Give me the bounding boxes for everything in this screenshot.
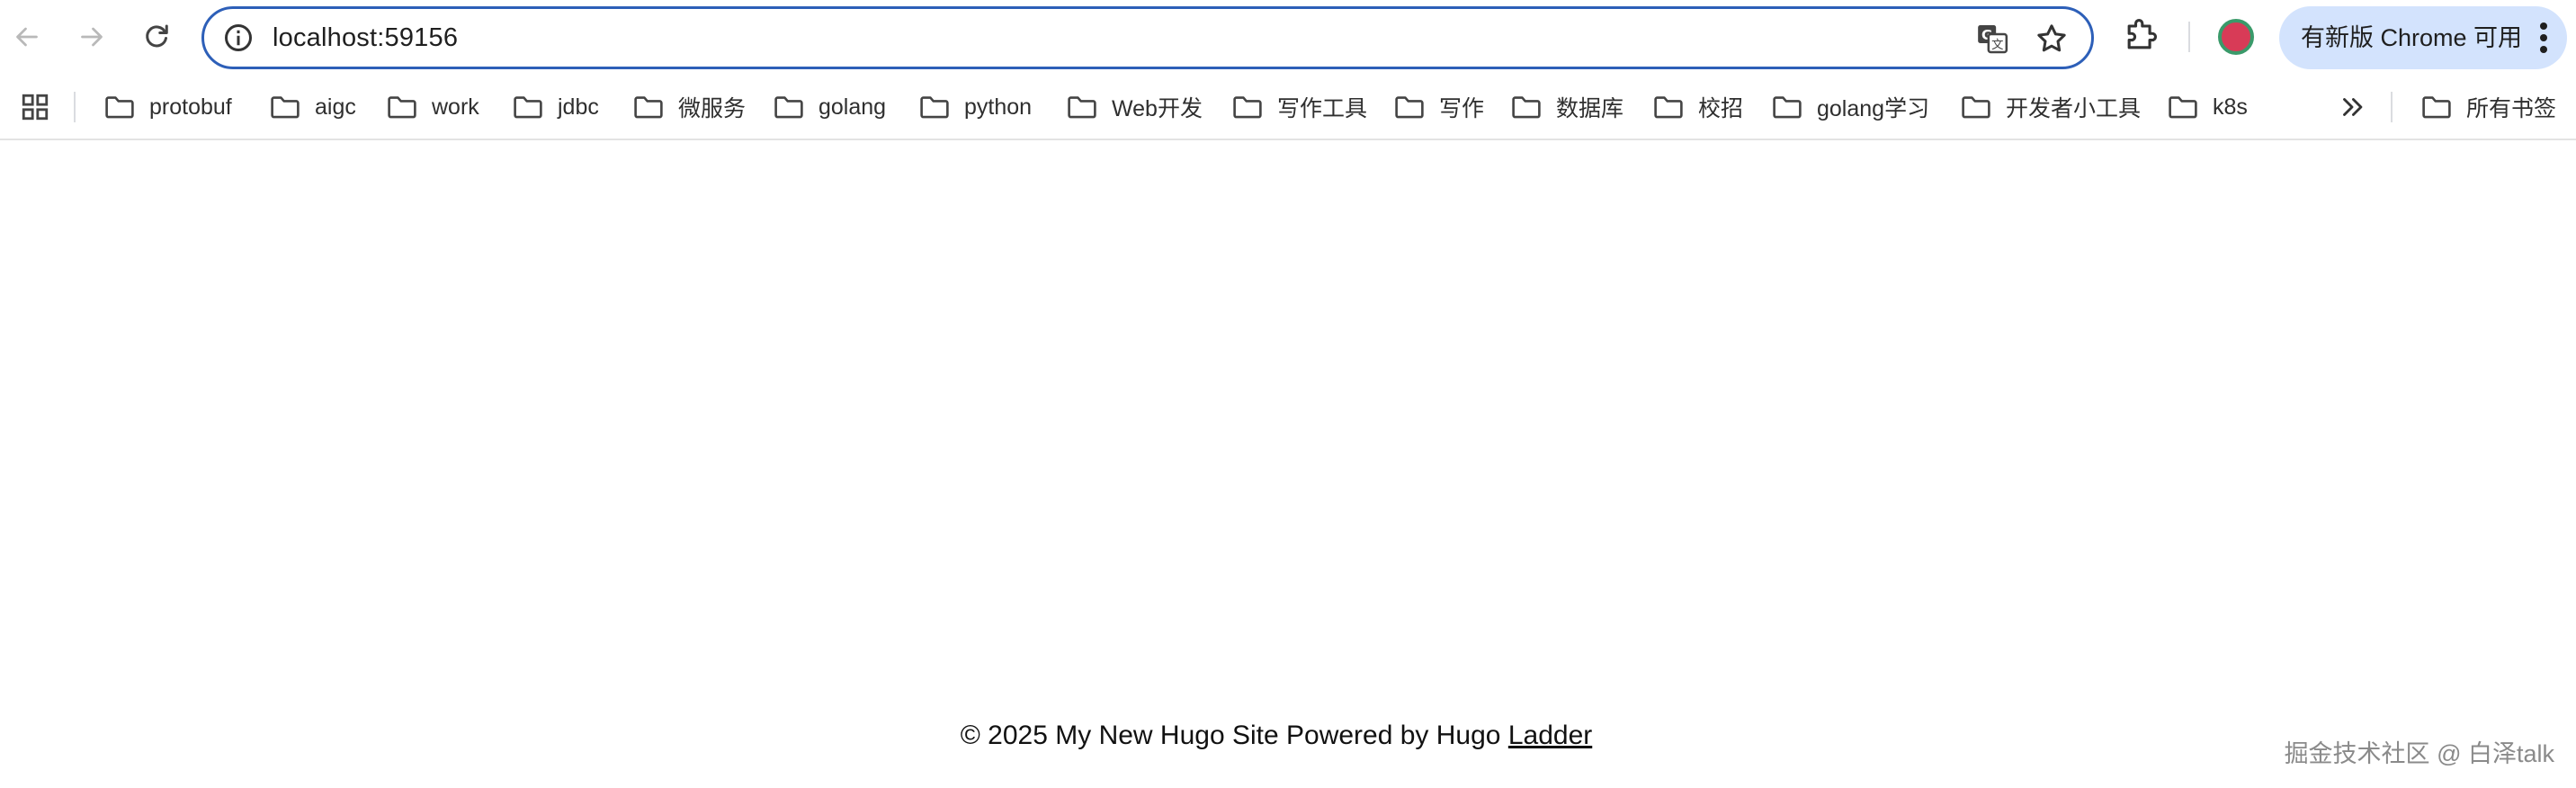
bookmark-folder[interactable]: 数据库 <box>1511 83 1623 131</box>
bookmark-folder-label: golang学习 <box>1817 96 1930 121</box>
footer-copyright: © 2025 My New Hugo Site Powered by Hugo <box>960 721 1501 750</box>
kebab-menu-icon[interactable] <box>2533 20 2554 56</box>
bookmark-folder-label: Web开发 <box>1112 96 1203 121</box>
bookmark-folder[interactable]: golang <box>774 83 886 131</box>
bookmark-folder[interactable]: python <box>919 83 1032 131</box>
bookmark-folder[interactable]: 微服务 <box>633 83 746 131</box>
svg-text:文: 文 <box>1991 38 2003 52</box>
address-bar-url[interactable]: localhost:59156 <box>273 9 458 67</box>
bookmark-folder-label: 写作工具 <box>1277 96 1368 121</box>
folder-icon <box>105 96 134 119</box>
folder-icon <box>1962 96 1990 119</box>
folder-icon <box>2169 96 2197 119</box>
folder-icon <box>920 96 949 119</box>
folder-icon <box>1068 96 1096 119</box>
site-footer: © 2025 My New Hugo Site Powered by Hugo … <box>0 716 2553 756</box>
folder-icon <box>774 96 803 119</box>
folder-icon <box>1654 96 1683 119</box>
arrow-right-icon <box>81 27 103 47</box>
bookmark-folder[interactable]: Web开发 <box>1067 83 1203 131</box>
folder-icon <box>1773 96 1802 119</box>
reload-icon <box>146 24 168 48</box>
bookmark-folder-label: k8s <box>2213 94 2248 120</box>
bookmark-folder-label: jdbc <box>558 94 599 120</box>
bookmark-folder-label: 微服务 <box>678 96 747 121</box>
bookmark-folder-label: 数据库 <box>1556 96 1624 121</box>
update-chrome-button[interactable]: 有新版 Chrome 可用 <box>2279 6 2567 69</box>
bookmarks-divider <box>74 92 76 122</box>
folder-icon <box>2422 96 2451 119</box>
bookmark-folder[interactable]: 写作工具 <box>1232 83 1367 131</box>
bookmark-folder[interactable]: k8s <box>2168 83 2248 131</box>
watermark: 掘金技术社区 @ 白泽talk <box>2284 740 2554 767</box>
toolbar-divider <box>2188 22 2190 52</box>
address-bar[interactable]: localhost:59156 G 文 <box>201 6 2094 69</box>
folder-icon <box>1233 96 1262 119</box>
browser-window: localhost:59156 G 文 有新版 Chrome 可用 protob… <box>0 0 2576 788</box>
translate-icon[interactable]: G 文 <box>1974 21 2010 57</box>
folder-icon <box>634 96 663 119</box>
bookmark-folder-label: python <box>964 94 1033 120</box>
folder-icon <box>1512 96 1541 119</box>
profile-avatar[interactable] <box>2218 19 2254 55</box>
bookmark-folder[interactable]: protobuf <box>104 83 232 131</box>
puzzle-icon[interactable] <box>2121 16 2160 56</box>
bookmark-folder-label: work <box>432 94 479 120</box>
reload-button[interactable] <box>131 12 182 62</box>
bookmarks-bar: protobuf aigc work jdbc 微服务 golang python Web开发… <box>0 74 2576 140</box>
info-icon[interactable] <box>222 22 255 54</box>
all-bookmarks-folder[interactable]: 所有书签 <box>2421 83 2556 131</box>
folder-icon <box>388 96 416 119</box>
bookmark-folder[interactable]: 写作 <box>1394 83 1484 131</box>
folder-icon <box>514 96 542 119</box>
folder-icon <box>271 96 300 119</box>
bookmarks-divider <box>2391 92 2393 122</box>
bookmark-folder-label: aigc <box>315 94 356 120</box>
browser-toolbar: localhost:59156 G 文 有新版 Chrome 可用 <box>0 0 2576 74</box>
back-button[interactable] <box>2 12 52 62</box>
bookmark-folder[interactable]: 校招 <box>1653 83 1743 131</box>
bookmark-folder[interactable]: jdbc <box>513 83 599 131</box>
all-bookmarks-label: 所有书签 <box>2466 96 2557 121</box>
bookmark-folder[interactable]: 开发者小工具 <box>1961 83 2141 131</box>
apps-grid-icon[interactable] <box>20 92 50 122</box>
bookmark-folder-label: 开发者小工具 <box>2006 96 2142 121</box>
bookmark-folder-label: golang <box>818 94 887 120</box>
bookmark-folder[interactable]: aigc <box>270 83 356 131</box>
arrow-left-icon <box>16 27 38 47</box>
forward-button[interactable] <box>67 12 117 62</box>
update-chrome-label: 有新版 Chrome 可用 <box>2301 24 2523 51</box>
star-icon[interactable] <box>2034 21 2070 57</box>
bookmark-folder[interactable]: work <box>387 83 479 131</box>
bookmark-folder-label: 校招 <box>1698 96 1744 121</box>
theme-link[interactable]: Ladder <box>1508 721 1592 750</box>
chevron-double-right-icon[interactable] <box>2337 92 2367 122</box>
folder-icon <box>1395 96 1424 119</box>
bookmark-folder-label: protobuf <box>149 94 232 120</box>
bookmark-folder[interactable]: golang学习 <box>1772 83 1929 131</box>
bookmark-folder-label: 写作 <box>1439 96 1485 121</box>
